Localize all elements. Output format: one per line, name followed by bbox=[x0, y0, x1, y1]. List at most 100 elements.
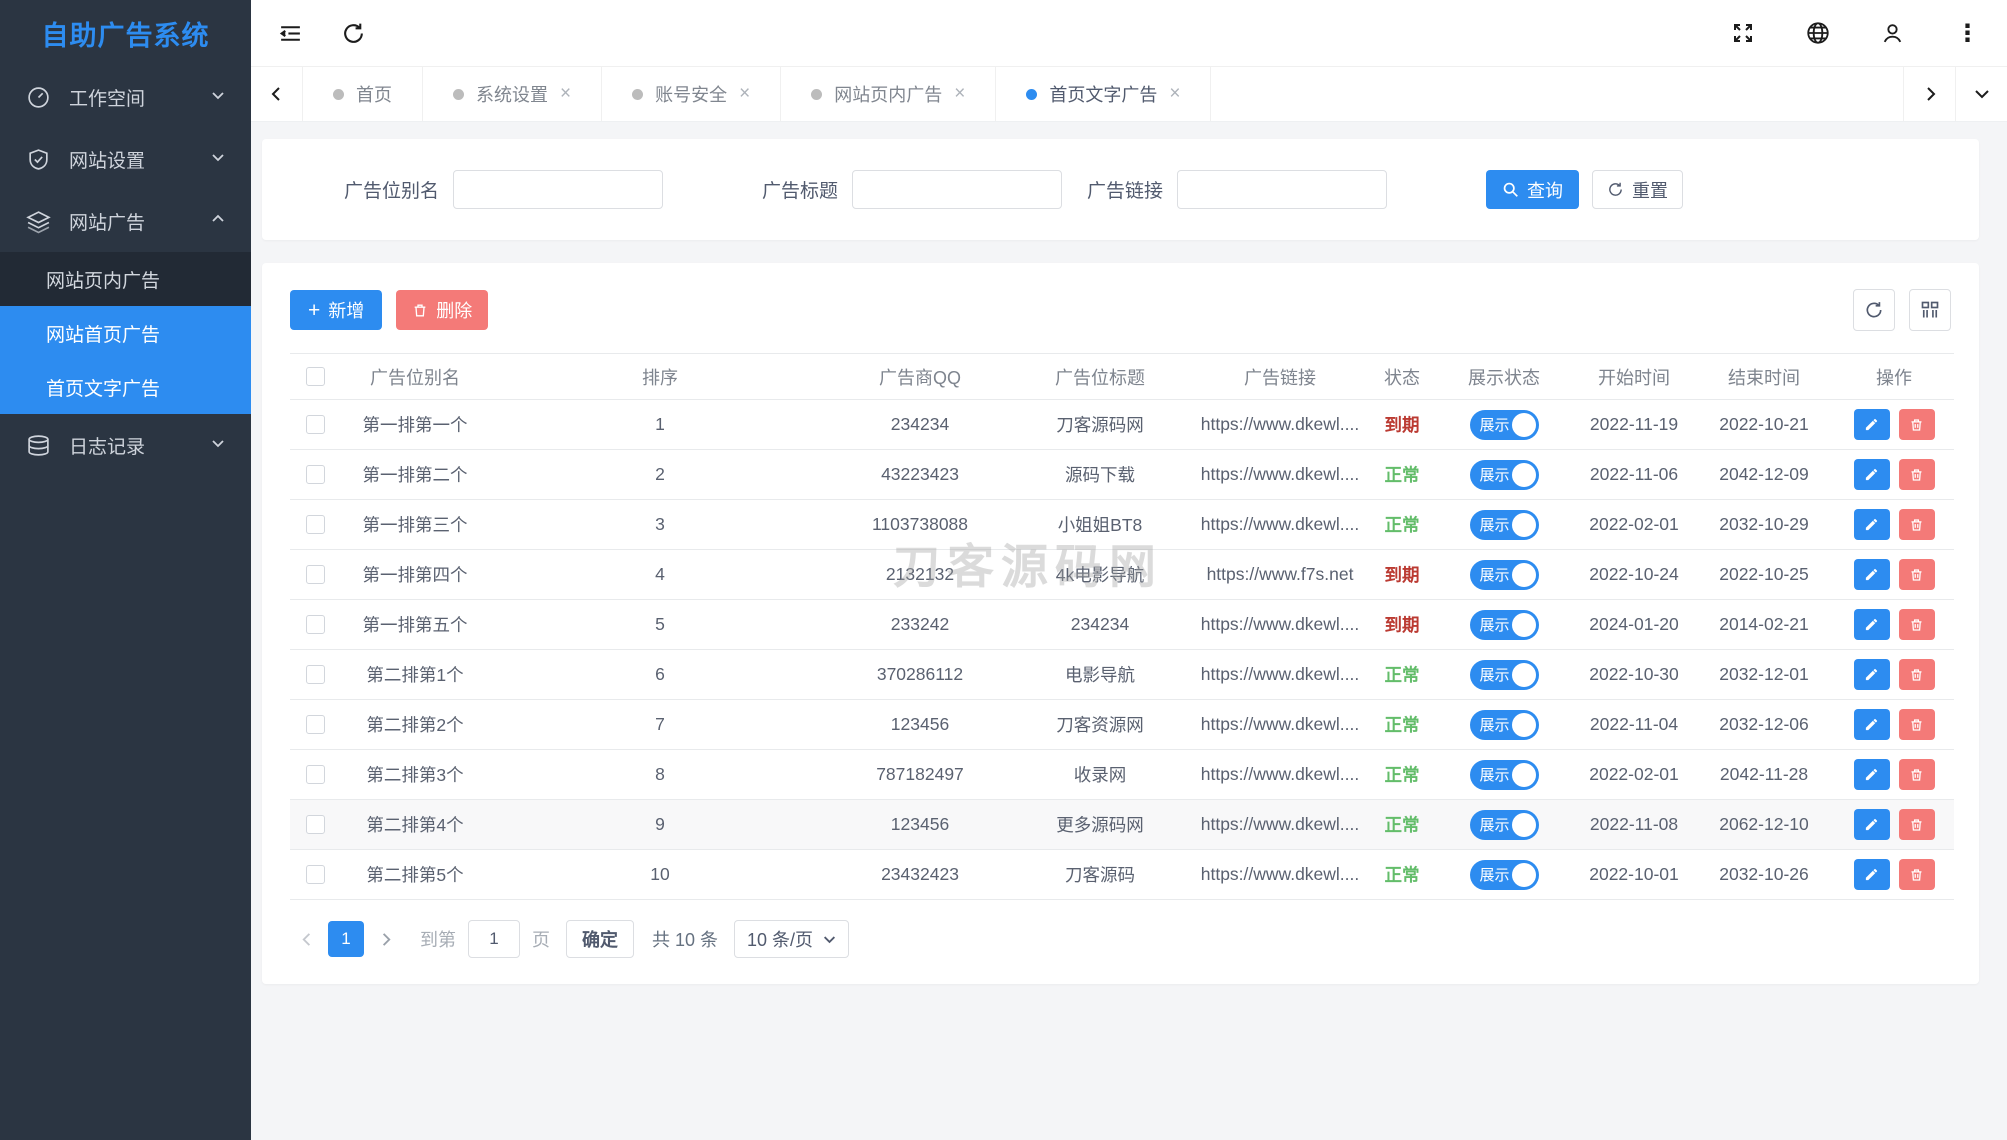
fullscreen-icon[interactable] bbox=[1729, 20, 1756, 47]
tab-item[interactable]: 首页文字广告 × bbox=[996, 67, 1211, 121]
cell-start-time: 2024-01-20 bbox=[1574, 600, 1694, 650]
user-icon[interactable] bbox=[1879, 20, 1906, 47]
add-button[interactable]: + 新增 bbox=[290, 290, 382, 330]
edit-button[interactable] bbox=[1854, 459, 1890, 490]
edit-button[interactable] bbox=[1854, 509, 1890, 540]
row-delete-button[interactable] bbox=[1899, 409, 1935, 440]
tabs-scroll-right-icon[interactable] bbox=[1903, 67, 1955, 121]
sidebar-submenu-item[interactable]: 网站页内广告 bbox=[0, 252, 251, 306]
display-toggle[interactable]: 展示 bbox=[1470, 810, 1539, 840]
sidebar-item-logs[interactable]: 日志记录 bbox=[0, 414, 251, 476]
collapse-sidebar-icon[interactable] bbox=[277, 20, 304, 47]
tab-item[interactable]: 账号安全 × bbox=[602, 67, 781, 121]
row-delete-button[interactable] bbox=[1899, 609, 1935, 640]
app-title: 自助广告系统 bbox=[0, 0, 251, 66]
toggle-knob bbox=[1512, 613, 1536, 637]
table-row: 第一排第一个 1 234234 刀客源码网 https://www.dkewl.… bbox=[290, 400, 1954, 450]
cell-link: https://www.dkewl.... bbox=[1190, 450, 1370, 500]
display-toggle-label: 展示 bbox=[1480, 514, 1510, 535]
sidebar-item-workspace[interactable]: 工作空间 bbox=[0, 66, 251, 128]
sidebar-item-site-ads[interactable]: 网站广告 bbox=[0, 190, 251, 252]
row-checkbox[interactable] bbox=[306, 515, 325, 534]
edit-button[interactable] bbox=[1854, 859, 1890, 890]
sidebar-item-site-settings[interactable]: 网站设置 bbox=[0, 128, 251, 190]
display-toggle[interactable]: 展示 bbox=[1470, 710, 1539, 740]
edit-button[interactable] bbox=[1854, 709, 1890, 740]
tab-item[interactable]: 网站页内广告 × bbox=[781, 67, 996, 121]
row-checkbox[interactable] bbox=[306, 765, 325, 784]
sidebar-submenu-item[interactable]: 首页文字广告 bbox=[0, 360, 251, 414]
row-delete-button[interactable] bbox=[1899, 709, 1935, 740]
plus-icon: + bbox=[308, 300, 320, 321]
page-number-button[interactable]: 1 bbox=[328, 921, 364, 957]
page-size-select[interactable]: 10 条/页 bbox=[734, 920, 849, 958]
row-checkbox[interactable] bbox=[306, 465, 325, 484]
edit-button[interactable] bbox=[1854, 409, 1890, 440]
delete-button[interactable]: 删除 bbox=[396, 290, 488, 330]
tab-close-icon[interactable]: × bbox=[954, 83, 965, 105]
tab-close-icon[interactable]: × bbox=[739, 83, 750, 105]
sidebar-submenu-item[interactable]: 网站首页广告 bbox=[0, 306, 251, 360]
tab-item[interactable]: 系统设置 × bbox=[423, 67, 602, 121]
edit-button[interactable] bbox=[1854, 609, 1890, 640]
tabs-menu-icon[interactable] bbox=[1955, 67, 2007, 121]
row-checkbox[interactable] bbox=[306, 615, 325, 634]
kebab-menu-icon[interactable]: ⋮ bbox=[1954, 20, 1981, 47]
cell-end-time: 2032-12-01 bbox=[1694, 650, 1834, 700]
edit-button[interactable] bbox=[1854, 659, 1890, 690]
globe-icon[interactable] bbox=[1804, 20, 1831, 47]
cell-link: https://www.dkewl.... bbox=[1190, 750, 1370, 800]
edit-button[interactable] bbox=[1854, 809, 1890, 840]
column-settings-icon[interactable] bbox=[1909, 289, 1951, 331]
display-toggle[interactable]: 展示 bbox=[1470, 860, 1539, 890]
display-toggle[interactable]: 展示 bbox=[1470, 760, 1539, 790]
cell-title: 4k电影导航 bbox=[1010, 550, 1190, 600]
table-refresh-icon[interactable] bbox=[1853, 289, 1895, 331]
tab-item[interactable]: 首页 bbox=[303, 67, 423, 121]
table-row: 第二排第1个 6 370286112 电影导航 https://www.dkew… bbox=[290, 650, 1954, 700]
row-delete-button[interactable] bbox=[1899, 459, 1935, 490]
row-checkbox[interactable] bbox=[306, 415, 325, 434]
cell-qq: 787182497 bbox=[830, 750, 1010, 800]
query-button[interactable]: 查询 bbox=[1486, 170, 1579, 209]
edit-button[interactable] bbox=[1854, 559, 1890, 590]
page-jump-input[interactable] bbox=[468, 920, 520, 958]
tab-close-icon[interactable]: × bbox=[560, 83, 571, 105]
row-delete-button[interactable] bbox=[1899, 509, 1935, 540]
row-checkbox[interactable] bbox=[306, 665, 325, 684]
cell-qq: 370286112 bbox=[830, 650, 1010, 700]
tabs-scroll-left-icon[interactable] bbox=[251, 67, 303, 121]
display-toggle-label: 展示 bbox=[1480, 614, 1510, 635]
prev-page-icon[interactable] bbox=[290, 921, 324, 957]
sidebar-item-label: 网站广告 bbox=[69, 208, 145, 235]
confirm-button[interactable]: 确定 bbox=[566, 920, 634, 958]
select-all-checkbox[interactable] bbox=[306, 367, 325, 386]
submenu-item-label: 网站首页广告 bbox=[46, 320, 160, 347]
display-toggle[interactable]: 展示 bbox=[1470, 410, 1539, 440]
search-field-input[interactable] bbox=[453, 170, 663, 209]
row-checkbox[interactable] bbox=[306, 865, 325, 884]
reset-button[interactable]: 重置 bbox=[1592, 170, 1683, 209]
row-delete-button[interactable] bbox=[1899, 559, 1935, 590]
row-checkbox[interactable] bbox=[306, 815, 325, 834]
display-toggle-label: 展示 bbox=[1480, 564, 1510, 585]
row-checkbox[interactable] bbox=[306, 715, 325, 734]
topbar: ⋮ bbox=[251, 0, 2007, 66]
display-toggle[interactable]: 展示 bbox=[1470, 660, 1539, 690]
display-toggle[interactable]: 展示 bbox=[1470, 510, 1539, 540]
search-field-input[interactable] bbox=[1177, 170, 1387, 209]
tab-close-icon[interactable]: × bbox=[1169, 83, 1180, 105]
display-toggle[interactable]: 展示 bbox=[1470, 560, 1539, 590]
row-checkbox[interactable] bbox=[306, 565, 325, 584]
search-field-input[interactable] bbox=[852, 170, 1062, 209]
row-delete-button[interactable] bbox=[1899, 659, 1935, 690]
cell-sort: 3 bbox=[490, 500, 830, 550]
refresh-icon[interactable] bbox=[340, 20, 367, 47]
display-toggle[interactable]: 展示 bbox=[1470, 610, 1539, 640]
display-toggle[interactable]: 展示 bbox=[1470, 460, 1539, 490]
row-delete-button[interactable] bbox=[1899, 859, 1935, 890]
next-page-icon[interactable] bbox=[368, 921, 402, 957]
row-delete-button[interactable] bbox=[1899, 809, 1935, 840]
edit-button[interactable] bbox=[1854, 759, 1890, 790]
row-delete-button[interactable] bbox=[1899, 759, 1935, 790]
